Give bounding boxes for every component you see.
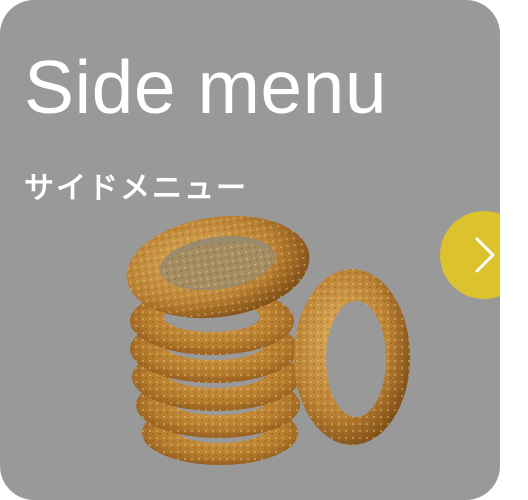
- next-arrow-button[interactable]: [440, 211, 500, 299]
- chevron-right-icon: [475, 237, 495, 273]
- card-title: Side menu: [24, 45, 388, 129]
- card-subtitle: サイドメニュー: [24, 171, 248, 206]
- onion-rings-image: [126, 215, 410, 465]
- side-menu-card[interactable]: Side menu サイドメニュー: [0, 0, 500, 500]
